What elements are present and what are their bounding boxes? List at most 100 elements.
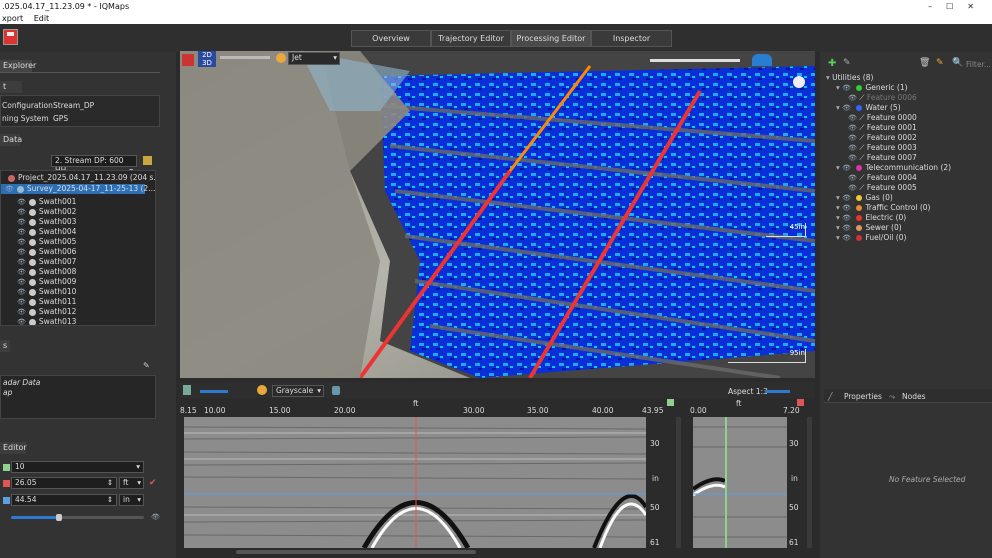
color-swatch-green[interactable] [3, 464, 10, 471]
eye-icon[interactable]: 👁 [848, 114, 857, 122]
radargram-main[interactable] [184, 417, 646, 548]
layer-map[interactable]: ap [3, 388, 12, 397]
eye-icon[interactable]: 👁 [5, 185, 14, 193]
radar-colormap-select[interactable]: Grayscale ▾ [272, 385, 324, 397]
swath-item[interactable]: 👁 Swath004 [17, 227, 76, 237]
editor-row1-select[interactable]: 10 ▾ [11, 461, 144, 473]
eye-icon[interactable]: 👁 [848, 184, 857, 192]
colormap-select[interactable]: Jet ▾ [288, 52, 340, 65]
chevron-down-icon[interactable]: ▾ [836, 223, 840, 232]
chevron-down-icon[interactable]: ▾ [836, 83, 840, 92]
terrain-icon[interactable] [752, 54, 772, 66]
swath-item[interactable]: 👁 Swath002 [17, 207, 76, 217]
utility-category[interactable]: ▾ 👁 Telecommunication (2) [836, 163, 951, 173]
eye-icon[interactable]: 👁 [17, 258, 26, 266]
utility-feature[interactable]: 👁 ⟋ Feature 0007 [848, 153, 917, 163]
eye-icon[interactable]: 👁 [17, 248, 26, 256]
data-header[interactable]: Data [0, 134, 22, 146]
project-info-header[interactable]: t Info [0, 81, 22, 103]
tab-properties[interactable]: Properties [844, 392, 882, 401]
editor-header[interactable]: Editor [0, 442, 27, 454]
view-2d3d-toggle[interactable]: 2D 3D [198, 51, 216, 67]
green-marker-icon[interactable] [667, 399, 674, 406]
eye-icon[interactable]: 👁 [17, 228, 26, 236]
folder-icon[interactable] [143, 156, 152, 165]
brush-icon[interactable]: ✎ [936, 58, 944, 68]
chevron-down-icon[interactable]: ▾ [836, 163, 840, 172]
utilities-root[interactable]: ▾ Utilities (8) [826, 73, 873, 83]
colormap-icon[interactable] [257, 385, 267, 395]
opacity-slider[interactable] [220, 56, 270, 59]
settings-icon[interactable] [332, 386, 340, 395]
radargram-cross-section[interactable] [693, 417, 787, 548]
chevron-down-icon[interactable]: ▾ [836, 233, 840, 242]
utility-feature[interactable]: 👁 ⟋ Feature 0006 [848, 93, 917, 103]
slider-handle[interactable] [55, 514, 62, 521]
checkmark-icon[interactable]: ✔ [149, 478, 157, 488]
utility-feature[interactable]: 👁 ⟋ Feature 0004 [848, 173, 917, 183]
eye-icon[interactable]: 👁 [848, 134, 857, 142]
eye-icon[interactable]: 👁 [842, 104, 851, 112]
eye-icon[interactable]: 👁 [151, 513, 160, 521]
project-node[interactable]: Project_2025.04.17_11.23.09 (204 s... [5, 173, 155, 183]
save-icon[interactable] [3, 29, 18, 45]
clip-slider[interactable] [650, 59, 740, 62]
aspect-slider[interactable] [765, 390, 790, 393]
gain-slider[interactable] [200, 390, 228, 393]
map-3d-view[interactable]: 2D 3D Jet ▾ 45in 95in [180, 51, 815, 378]
search-icon[interactable]: 🔍 [952, 58, 963, 68]
home-icon[interactable] [182, 54, 194, 66]
swath-item[interactable]: 👁 Swath005 [17, 237, 76, 247]
brush-icon[interactable]: ✎ [143, 361, 152, 370]
eye-icon[interactable]: 👁 [17, 298, 26, 306]
red-marker-icon[interactable] [797, 399, 804, 406]
swath-item[interactable]: 👁 Swath010 [17, 287, 76, 297]
eye-icon[interactable]: 👁 [842, 194, 851, 202]
editor-row2-input[interactable]: 26.05 ⇕ [11, 477, 117, 489]
utility-category[interactable]: ▾ 👁 Electric (0) [836, 213, 906, 223]
utility-category[interactable]: ▾ 👁 Sewer (0) [836, 223, 902, 233]
swath-item[interactable]: 👁 Swath013 [17, 317, 76, 325]
chevron-down-icon[interactable]: ▾ [836, 193, 840, 202]
layers-header[interactable]: s [0, 340, 10, 352]
eye-icon[interactable]: 👁 [848, 174, 857, 182]
eye-icon[interactable]: 👁 [17, 198, 26, 206]
eye-icon[interactable]: 👁 [17, 268, 26, 276]
swath-item[interactable]: 👁 Swath003 [17, 217, 76, 227]
swath-item[interactable]: 👁 Swath006 [17, 247, 76, 257]
radar-scrollbar-h[interactable] [236, 550, 476, 554]
trash-icon[interactable]: 🗑 [919, 58, 930, 68]
tab-nodes[interactable]: Nodes [902, 392, 925, 401]
compass-icon[interactable] [793, 76, 805, 88]
tab-inspector[interactable]: Inspector [591, 30, 672, 47]
eye-icon[interactable]: 👁 [17, 218, 26, 226]
chevron-down-icon[interactable]: ▾ [836, 103, 840, 112]
color-swatch-red[interactable] [3, 480, 10, 487]
tab-explorer[interactable]: Explorer [0, 60, 36, 72]
utility-category[interactable]: ▾ 👁 Traffic Control (0) [836, 203, 930, 213]
filter-input[interactable]: Filter... [966, 60, 991, 69]
chevron-down-icon[interactable]: ▾ [836, 213, 840, 222]
add-icon[interactable]: ✚ [828, 58, 836, 69]
swath-item[interactable]: 👁 Swath008 [17, 267, 76, 277]
stream-select[interactable]: 2. Stream DP: 600 HH ▾ [51, 155, 137, 175]
cross-scrollbar-v[interactable] [807, 417, 812, 548]
tab-processing-editor[interactable]: Processing Editor [511, 30, 591, 47]
eye-icon[interactable]: 👁 [842, 204, 851, 212]
eye-icon[interactable]: 👁 [842, 84, 851, 92]
eye-icon[interactable]: 👁 [17, 238, 26, 246]
swath-item[interactable]: 👁 Swath009 [17, 277, 76, 287]
utility-feature[interactable]: 👁 ⟋ Feature 0001 [848, 123, 917, 133]
color-swatch-blue[interactable] [3, 497, 10, 504]
window-controls[interactable]: –☐✕ [928, 0, 988, 13]
eye-icon[interactable]: 👁 [848, 94, 857, 102]
eye-icon[interactable]: 👁 [848, 154, 857, 162]
radar-scrollbar-v[interactable] [676, 417, 681, 548]
survey-node[interactable]: 👁 Survey_2025-04-17_11-25-13 (2... [1, 184, 155, 194]
eye-icon[interactable]: 👁 [848, 124, 857, 132]
eye-icon[interactable]: 👁 [17, 208, 26, 216]
eye-icon[interactable]: 👁 [842, 214, 851, 222]
chevron-down-icon[interactable]: ▾ [836, 203, 840, 212]
swath-item[interactable]: 👁 Swath001 [17, 197, 76, 207]
editor-slider[interactable] [11, 514, 144, 521]
